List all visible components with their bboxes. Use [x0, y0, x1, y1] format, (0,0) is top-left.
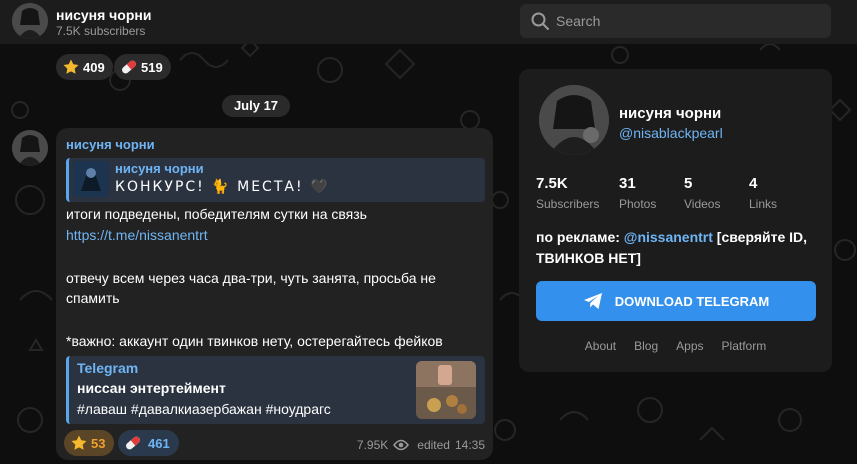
channel-description: по рекламе: @nissanentrt [сверяйте ID, Т…	[536, 227, 826, 269]
pill-emoji-icon	[122, 60, 136, 74]
stat-value: 5	[684, 175, 693, 192]
reaction-pill[interactable]: 461	[118, 430, 179, 456]
reaction-count: 409	[83, 59, 105, 75]
message-line: отвечу всем через часа два-три, чуть зан…	[66, 270, 436, 286]
footer-links: About Blog Apps Platform	[519, 339, 832, 353]
reaction-star-chosen[interactable]: 53	[64, 430, 115, 456]
message-line: спамить	[66, 290, 120, 306]
message-author[interactable]: нисуня чорни	[66, 137, 155, 152]
stat-links: 4 Links	[749, 175, 777, 211]
search-input[interactable]	[556, 13, 816, 29]
message-line: *важно: аккаунт один твинков нету, остер…	[66, 333, 443, 349]
stat-value: 31	[619, 175, 636, 192]
stat-label: Videos	[684, 197, 721, 211]
stat-photos: 31 Photos	[619, 175, 656, 211]
footer-link-platform[interactable]: Platform	[722, 339, 767, 353]
message-time: 14:35	[454, 438, 485, 452]
channel-card-name: нисуня чорни	[619, 105, 722, 122]
stat-value: 7.5K	[536, 175, 568, 192]
link-preview[interactable]: Telegram ниссан энтертеймент #лаваш #дав…	[66, 356, 485, 424]
footer-link-about[interactable]: About	[585, 339, 616, 353]
star-emoji-icon	[63, 59, 79, 74]
message-meta: 7.95K edited 14:35	[357, 438, 485, 452]
preview-image	[416, 361, 476, 419]
preview-title: ниссан энтертеймент	[77, 380, 226, 396]
reaction-count: 53	[91, 435, 106, 451]
channel-card-avatar	[539, 85, 609, 155]
forwarded-message[interactable]: нисуня чорни КОНКУРС! 🐈 МЕСТА! 🖤	[66, 158, 485, 202]
pill-emoji-icon	[126, 436, 140, 450]
edited-label: edited	[417, 438, 450, 452]
stat-value: 4	[749, 175, 758, 192]
preview-description: #лаваш #давалкиазербажан #ноудрагс	[77, 401, 331, 417]
download-label: DOWNLOAD TELEGRAM	[614, 293, 770, 309]
forward-title: нисуня чорни	[115, 161, 204, 176]
channel-info-card: нисуня чорни @nisablackpearl 7.5K Subscr…	[519, 69, 832, 372]
stat-label: Subscribers	[536, 197, 600, 211]
search-icon	[531, 12, 549, 30]
reaction-pill[interactable]: 519	[114, 54, 171, 80]
channel-avatar[interactable]	[12, 3, 48, 39]
telegram-plane-icon	[583, 293, 602, 309]
eye-icon	[393, 439, 410, 451]
view-count: 7.95K	[356, 438, 389, 452]
download-telegram-button[interactable]: DOWNLOAD TELEGRAM	[536, 281, 816, 321]
star-emoji-icon	[71, 435, 87, 450]
stat-videos: 5 Videos	[684, 175, 720, 211]
stat-subscribers: 7.5K Subscribers	[536, 175, 599, 211]
preview-site: Telegram	[77, 360, 139, 376]
reaction-count: 461	[148, 435, 170, 451]
stat-label: Links	[749, 197, 778, 211]
channel-title[interactable]: нисуня чорни	[56, 7, 151, 23]
reaction-count: 519	[141, 59, 163, 75]
date-separator: July 17	[222, 95, 290, 117]
channel-subscribers: 7.5K subscribers	[56, 24, 146, 38]
description-prefix: по рекламе:	[536, 229, 624, 245]
message-link[interactable]: https://t.me/nissanentrt	[66, 225, 208, 245]
message-avatar[interactable]	[12, 130, 48, 166]
reaction-star[interactable]: 409	[56, 54, 113, 80]
search-box[interactable]	[520, 4, 831, 38]
message-bubble: нисуня чорни нисуня чорни КОНКУРС! 🐈 МЕС…	[56, 128, 493, 460]
channel-card-handle[interactable]: @nisablackpearl	[619, 125, 723, 141]
stat-label: Photos	[619, 197, 657, 211]
message-line: итоги подведены, победителям сутки на св…	[66, 206, 367, 222]
description-link[interactable]: @nissanentrt	[624, 229, 713, 245]
forward-thumbnail	[73, 161, 109, 197]
footer-link-blog[interactable]: Blog	[634, 339, 658, 353]
header-bar: нисуня чорни 7.5K subscribers	[0, 0, 857, 44]
footer-link-apps[interactable]: Apps	[676, 339, 703, 353]
forward-text: КОНКУРС! 🐈 МЕСТА! 🖤	[115, 179, 330, 195]
